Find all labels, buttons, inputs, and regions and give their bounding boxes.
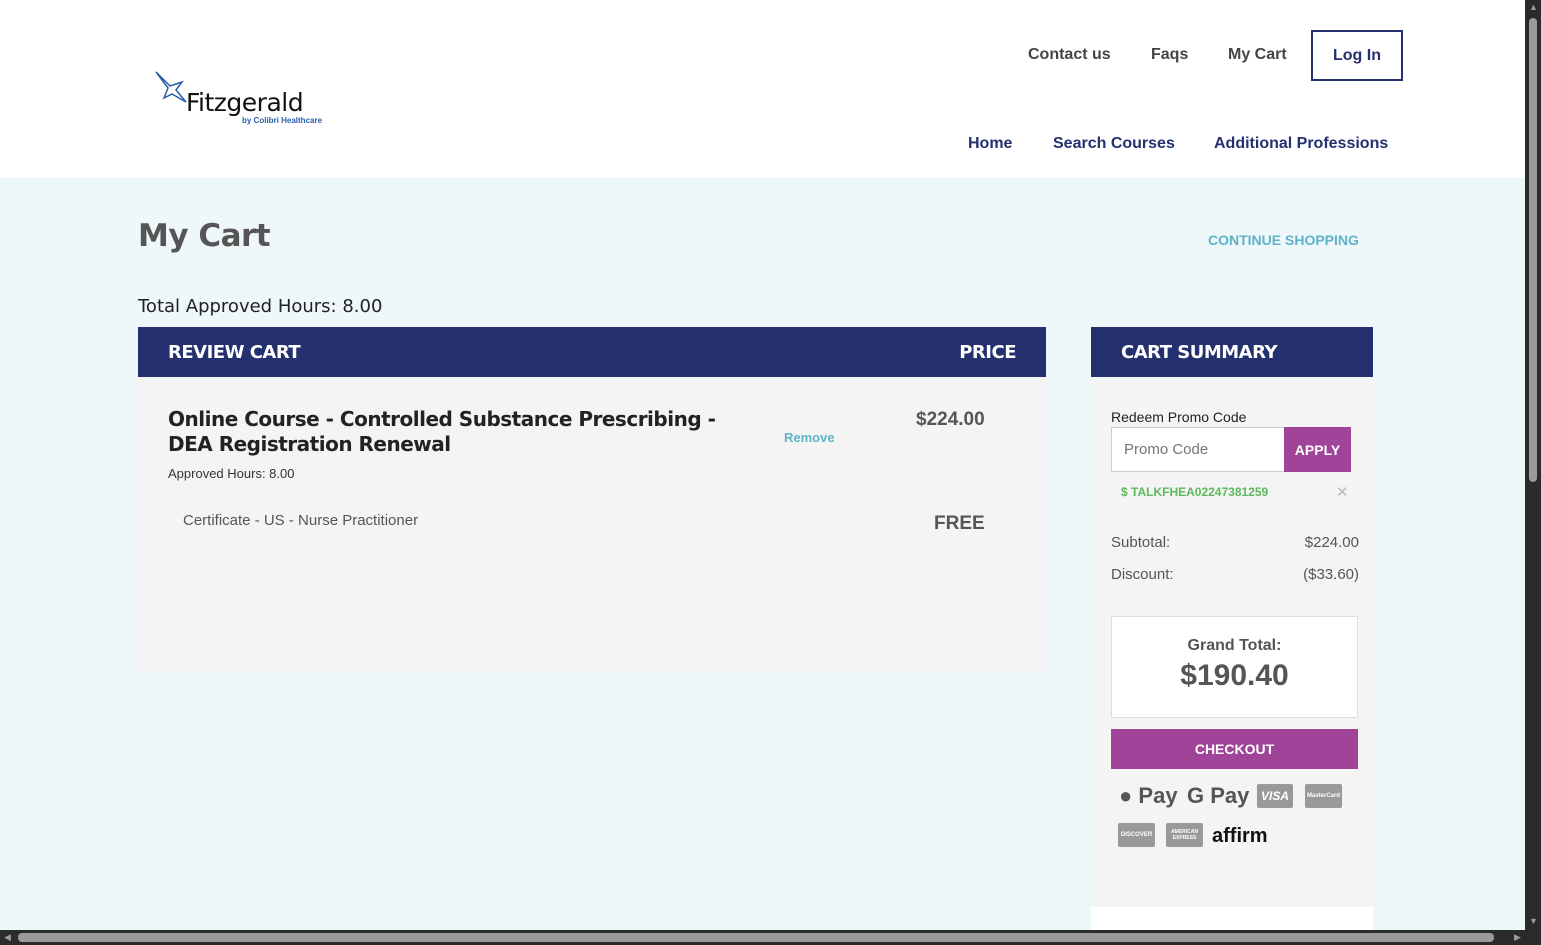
logo-subtitle: by Colibri Healthcare bbox=[242, 116, 323, 125]
checkout-button[interactable]: CHECKOUT bbox=[1111, 729, 1358, 769]
cart-summary-panel: CART SUMMARY Redeem Promo Code APPLY $ T… bbox=[1091, 327, 1373, 930]
remove-item-link[interactable]: Remove bbox=[784, 430, 835, 445]
apple-pay-label: Pay bbox=[1132, 783, 1178, 808]
nav-search-courses[interactable]: Search Courses bbox=[1053, 135, 1175, 153]
apple-pay-icon: ● Pay bbox=[1119, 783, 1178, 808]
review-cart-title: REVIEW CART bbox=[168, 341, 301, 363]
horizontal-scrollbar[interactable]: ◀ ▶ bbox=[0, 930, 1541, 945]
amex-icon: AMERICAN EXPRESS bbox=[1166, 823, 1203, 847]
logo-name: Fitzgerald bbox=[186, 88, 304, 117]
google-pay-icon: G Pay bbox=[1187, 783, 1250, 808]
apply-promo-button[interactable]: APPLY bbox=[1284, 427, 1351, 472]
scroll-left-icon[interactable]: ◀ bbox=[4, 932, 11, 943]
vertical-scrollbar[interactable]: ▲ ▼ bbox=[1525, 0, 1541, 930]
review-cart-panel: REVIEW CART PRICE Online Course - Contro… bbox=[138, 327, 1046, 673]
course-approved-hours: Approved Hours: 8.00 bbox=[168, 466, 295, 481]
promo-code-label: Redeem Promo Code bbox=[1111, 409, 1247, 425]
affirm-icon: affirm bbox=[1212, 825, 1268, 847]
subtotal-label: Subtotal: bbox=[1111, 534, 1171, 551]
scroll-right-icon[interactable]: ▶ bbox=[1514, 932, 1521, 943]
nav-additional-professions[interactable]: Additional Professions bbox=[1214, 135, 1388, 153]
course-price: $224.00 bbox=[916, 409, 985, 430]
price-column-header: PRICE bbox=[959, 341, 1016, 363]
promo-code-input[interactable] bbox=[1111, 427, 1285, 472]
horizontal-scroll-thumb[interactable] bbox=[18, 933, 1494, 942]
subtotal-value: $224.00 bbox=[1304, 534, 1359, 551]
page-title: My Cart bbox=[138, 218, 271, 254]
site-header: Fitzgerald by Colibri Healthcare Contact… bbox=[0, 0, 1525, 178]
certificate-price: FREE bbox=[934, 513, 985, 534]
contact-link[interactable]: Contact us bbox=[1028, 46, 1111, 64]
my-cart-link[interactable]: My Cart bbox=[1228, 46, 1287, 64]
total-approved-hours: Total Approved Hours: 8.00 bbox=[138, 296, 383, 317]
discount-row: Discount: ($33.60) bbox=[1111, 566, 1359, 583]
discover-icon: DISCOVER bbox=[1118, 823, 1155, 847]
faqs-link[interactable]: Faqs bbox=[1151, 46, 1188, 64]
applied-promo-code: $ TALKFHEA02247381259 bbox=[1121, 485, 1269, 499]
vertical-scroll-thumb[interactable] bbox=[1529, 18, 1537, 482]
cart-summary-title: CART SUMMARY bbox=[1121, 341, 1277, 363]
remove-promo-icon[interactable]: ✕ bbox=[1336, 483, 1349, 501]
scroll-down-icon[interactable]: ▼ bbox=[1529, 916, 1538, 926]
login-button[interactable]: Log In bbox=[1311, 30, 1403, 81]
grand-total-box: Grand Total: $190.40 bbox=[1111, 616, 1358, 718]
discount-label: Discount: bbox=[1111, 566, 1174, 583]
discount-value: ($33.60) bbox=[1303, 566, 1359, 583]
fitzgerald-logo[interactable]: Fitzgerald by Colibri Healthcare bbox=[152, 68, 332, 130]
cart-summary-header: CART SUMMARY bbox=[1091, 327, 1373, 377]
course-title: Online Course - Controlled Substance Pre… bbox=[168, 407, 716, 456]
certificate-title: Certificate - US - Nurse Practitioner bbox=[183, 512, 419, 529]
summary-footer-box bbox=[1091, 907, 1373, 930]
grand-total-label: Grand Total: bbox=[1187, 637, 1282, 654]
grand-total-value: $190.40 bbox=[1180, 659, 1289, 692]
review-cart-header: REVIEW CART PRICE bbox=[138, 327, 1046, 377]
scroll-up-icon[interactable]: ▲ bbox=[1529, 2, 1538, 12]
mastercard-icon: MasterCard bbox=[1305, 784, 1342, 808]
nav-home[interactable]: Home bbox=[968, 135, 1012, 153]
subtotal-row: Subtotal: $224.00 bbox=[1111, 534, 1359, 551]
visa-icon: VISA bbox=[1257, 784, 1293, 808]
continue-shopping-link[interactable]: CONTINUE SHOPPING bbox=[1208, 232, 1359, 248]
